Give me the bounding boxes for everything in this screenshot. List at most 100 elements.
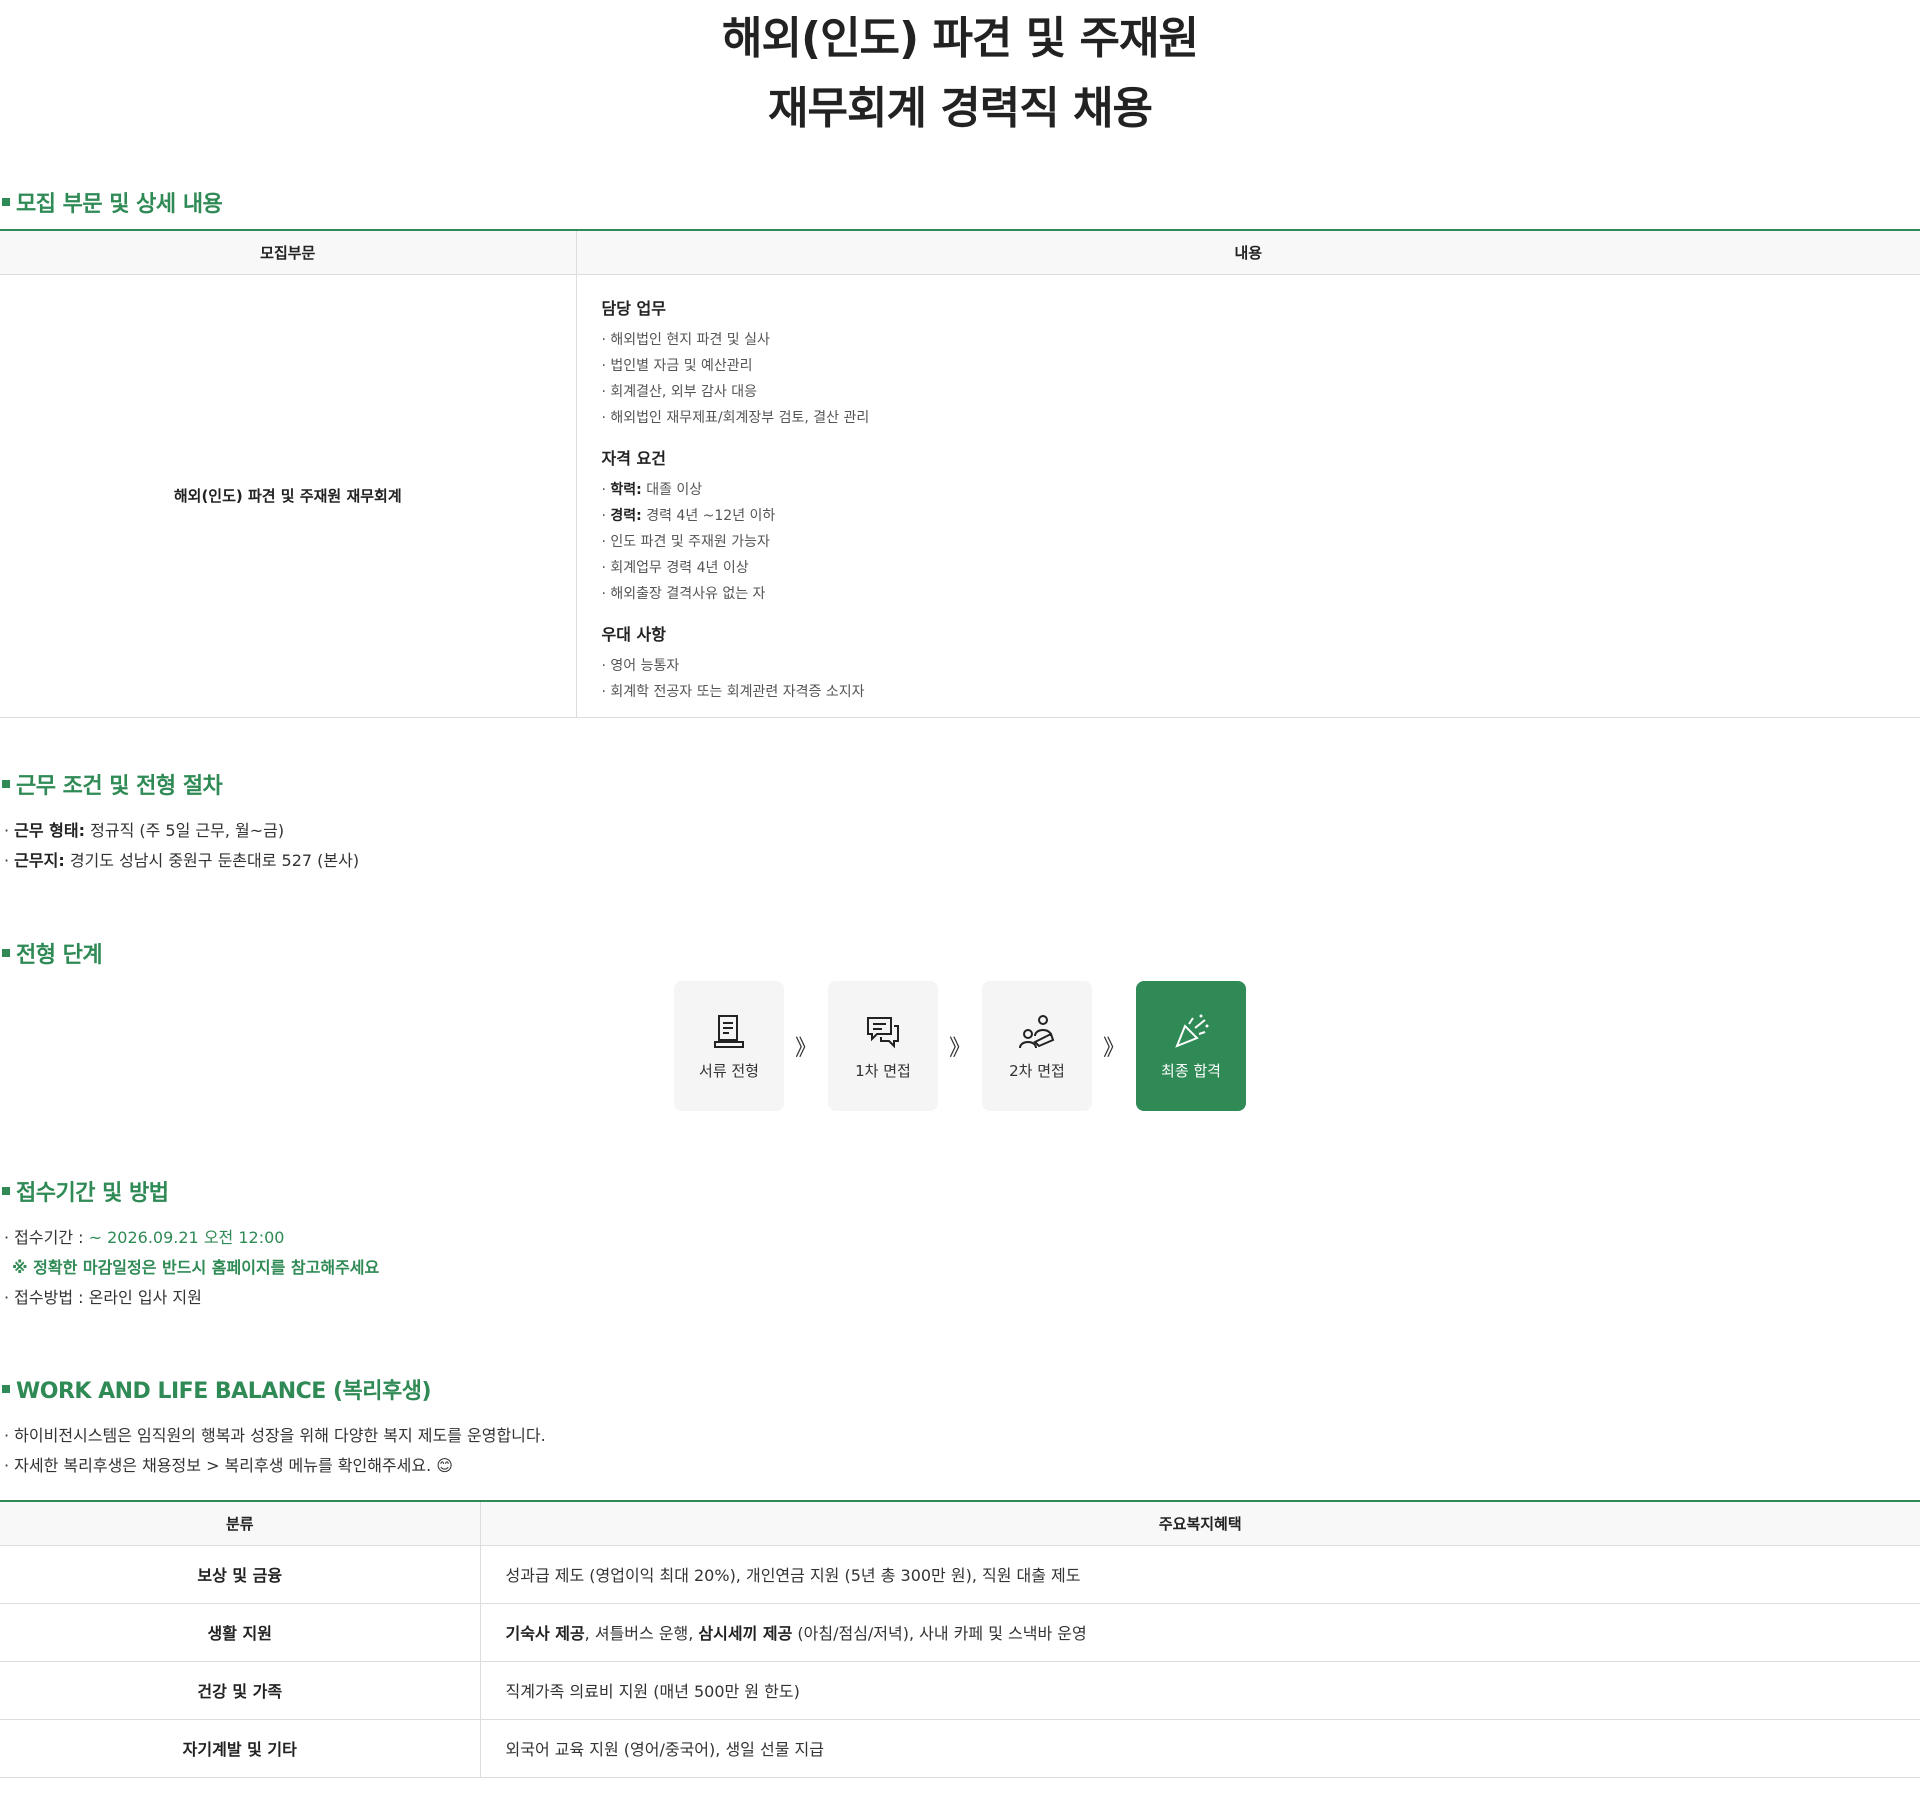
step-first-interview: 1차 면접 [828, 981, 938, 1111]
benefit-text: (아침/점심/저녁), 사내 카페 및 스낵바 운영 [792, 1624, 1087, 1643]
item-text: 대졸 이상 [646, 481, 703, 498]
table-header-row: 분류 주요복지혜택 [0, 1501, 1920, 1546]
title-line-2: 재무회계 경력직 채용 [768, 83, 1153, 134]
qualifications-title: 자격 요건 [601, 448, 666, 468]
item-text: 회계업무 경력 4년 이상 [610, 559, 749, 576]
apply-notice: ※ 정확한 마감일정은 반드시 홈페이지를 참고해주세요 [12, 1254, 379, 1278]
table-row: 생활 지원 기숙사 제공, 셔틀버스 운행, 삼시세끼 제공 (아침/점심/저녁… [0, 1603, 1920, 1662]
section-heading-welfare: WORK AND LIFE BALANCE (복리후생) [0, 1373, 432, 1405]
welfare-category: 자기계발 및 기타 [0, 1719, 481, 1778]
work-type-value: 정규직 (주 5일 근무, 월~금) [90, 821, 285, 840]
list-item: · 경력: 경력 4년 ~12년 이하 [601, 507, 776, 524]
item-text: 회계학 전공자 또는 회계관련 자격증 소지자 [610, 683, 865, 700]
table-row: 자기계발 및 기타 외국어 교육 지원 (영어/중국어), 생일 선물 지급 [0, 1719, 1920, 1778]
benefit-text: 성과급 제도 (영업이익 최대 20%), 개인연금 지원 (5년 총 300만… [505, 1566, 1081, 1585]
table-header-row: 모집부문 내용 [0, 230, 1920, 275]
table-row: 보상 및 금융 성과급 제도 (영업이익 최대 20%), 개인연금 지원 (5… [0, 1545, 1920, 1604]
header-part: 모집부문 [0, 230, 577, 275]
preferred-title: 우대 사항 [601, 624, 666, 644]
section-heading-text: WORK AND LIFE BALANCE (복리후생) [16, 1379, 432, 1404]
document-icon [714, 1014, 744, 1048]
work-type-label: 근무 형태: [14, 821, 86, 840]
step-label: 2차 면접 [1009, 1061, 1065, 1080]
list-item: · 해외출장 결격사유 없는 자 [601, 585, 766, 602]
title-line-1: 해외(인도) 파견 및 주재원 [722, 13, 1199, 64]
welfare-benefit: 기숙사 제공, 셔틀버스 운행, 삼시세끼 제공 (아침/점심/저녁), 사내 … [480, 1603, 1920, 1662]
welfare-intro-text: 자세한 복리후생은 채용정보 > 복리후생 메뉴를 확인해주세요. 😊 [14, 1456, 453, 1475]
benefit-text: , 셔틀버스 운행, [584, 1624, 699, 1643]
list-item: · 회계업무 경력 4년 이상 [601, 559, 749, 576]
step-label: 1차 면접 [855, 1061, 911, 1080]
list-item: · 학력: 대졸 이상 [601, 481, 703, 498]
recruit-part-name: 해외(인도) 파견 및 주재원 재무회계 [0, 274, 577, 718]
benefit-bold: 기숙사 제공 [505, 1624, 585, 1643]
section-heading-text: 접수기간 및 방법 [16, 1181, 169, 1206]
step-label: 서류 전형 [699, 1061, 759, 1080]
work-location-label: 근무지: [14, 851, 65, 870]
apply-period-line: · 접수기간 : ~ 2026.09.21 오전 12:00 [4, 1228, 285, 1247]
welfare-benefit: 외국어 교육 지원 (영어/중국어), 생일 선물 지급 [480, 1719, 1920, 1778]
interview-icon [1019, 1014, 1055, 1048]
list-item: · 법인별 자금 및 예산관리 [601, 357, 753, 374]
item-text: 해외출장 결격사유 없는 자 [610, 585, 766, 602]
apply-notice-text: ※ 정확한 마감일정은 반드시 홈페이지를 참고해주세요 [12, 1258, 380, 1277]
list-item: · 영어 능통자 [601, 657, 680, 674]
step-second-interview: 2차 면접 [982, 981, 1092, 1111]
section-heading-apply: 접수기간 및 방법 [0, 1175, 169, 1207]
list-item: · 해외법인 현지 파견 및 실사 [601, 331, 770, 348]
welfare-table: 분류 주요복지혜택 보상 및 금융 성과급 제도 (영업이익 최대 20%), … [0, 1500, 1920, 1778]
section-heading-recruit: 모집 부문 및 상세 내용 [0, 186, 223, 218]
preferred-group: 우대 사항 · 영어 능통자 · 회계학 전공자 또는 회계관련 자격증 소지자 [602, 621, 1896, 705]
apply-period-label: 접수기간 : [14, 1228, 84, 1247]
recruit-detail: 담당 업무 · 해외법인 현지 파견 및 실사 · 법인별 자금 및 예산관리 … [576, 274, 1920, 718]
step-final-pass: 최종 합격 [1136, 981, 1246, 1111]
welfare-intro-text: 하이비전시스템은 임직원의 행복과 성장을 위해 다양한 복지 제도를 운영합니… [14, 1426, 546, 1445]
apply-period-value: ~ 2026.09.21 오전 12:00 [88, 1228, 285, 1247]
item-label: 학력: [610, 481, 642, 498]
work-location-line: · 근무지: 경기도 성남시 중원구 둔촌대로 527 (본사) [4, 851, 360, 870]
section-heading-text: 모집 부문 및 상세 내용 [16, 192, 223, 217]
item-text: 해외법인 재무제표/회계장부 검토, 결산 관리 [610, 409, 870, 426]
benefit-bold: 삼시세끼 제공 [698, 1624, 793, 1643]
bullet-square-icon [2, 198, 10, 206]
step-arrow-icon: 》 [948, 1036, 971, 1061]
duties-title: 담당 업무 [601, 298, 666, 318]
work-location-value: 경기도 성남시 중원구 둔촌대로 527 (본사) [69, 851, 360, 870]
bullet-square-icon [2, 949, 10, 957]
list-item: · 회계결산, 외부 감사 대응 [601, 383, 758, 400]
item-text: 경력 4년 ~12년 이하 [646, 507, 776, 524]
welfare-benefit: 성과급 제도 (영업이익 최대 20%), 개인연금 지원 (5년 총 300만… [480, 1545, 1920, 1604]
work-type-line: · 근무 형태: 정규직 (주 5일 근무, 월~금) [4, 821, 285, 840]
table-row: 건강 및 가족 직계가족 의료비 지원 (매년 500만 원 한도) [0, 1661, 1920, 1720]
section-heading-text: 전형 단계 [16, 943, 103, 968]
process-steps: 서류 전형 》 1차 면접 》 2차 면접 》 최종 합격 [674, 981, 1246, 1111]
bullet-square-icon [2, 780, 10, 788]
section-heading-conditions: 근무 조건 및 전형 절차 [0, 768, 223, 800]
benefit-text: 직계가족 의료비 지원 (매년 500만 원 한도) [505, 1682, 800, 1701]
table-row: 해외(인도) 파견 및 주재원 재무회계 담당 업무 · 해외법인 현지 파견 … [0, 274, 1920, 718]
header-benefits: 주요복지혜택 [480, 1501, 1920, 1546]
welfare-benefit: 직계가족 의료비 지원 (매년 500만 원 한도) [480, 1661, 1920, 1720]
qualifications-group: 자격 요건 · 학력: 대졸 이상 · 경력: 경력 4년 ~12년 이하 · … [602, 445, 1896, 607]
bullet-square-icon [2, 1187, 10, 1195]
chat-icon [867, 1016, 899, 1048]
welfare-intro-1: · 하이비전시스템은 임직원의 행복과 성장을 위해 다양한 복지 제도를 운영… [4, 1426, 546, 1445]
header-category: 분류 [0, 1501, 481, 1546]
duties-group: 담당 업무 · 해외법인 현지 파견 및 실사 · 법인별 자금 및 예산관리 … [602, 295, 1896, 431]
welfare-category: 생활 지원 [0, 1603, 481, 1662]
list-item: · 회계학 전공자 또는 회계관련 자격증 소지자 [601, 683, 865, 700]
welfare-category: 보상 및 금융 [0, 1545, 481, 1604]
section-heading-steps: 전형 단계 [0, 937, 103, 969]
list-item: · 인도 파견 및 주재원 가능자 [601, 533, 770, 550]
celebration-icon [1175, 1014, 1209, 1048]
step-document-screening: 서류 전형 [674, 981, 784, 1111]
step-arrow-icon: 》 [794, 1036, 817, 1061]
bullet-square-icon [2, 1385, 10, 1393]
item-text: 회계결산, 외부 감사 대응 [610, 383, 758, 400]
apply-method-line: · 접수방법 : 온라인 입사 지원 [4, 1288, 202, 1307]
item-text: 영어 능통자 [610, 657, 680, 674]
list-item: · 해외법인 재무제표/회계장부 검토, 결산 관리 [601, 409, 870, 426]
recruit-table: 모집부문 내용 해외(인도) 파견 및 주재원 재무회계 담당 업무 · 해외법… [0, 229, 1920, 718]
benefit-text: 외국어 교육 지원 (영어/중국어), 생일 선물 지급 [505, 1740, 824, 1759]
page-title: 해외(인도) 파견 및 주재원 재무회계 경력직 채용 [0, 0, 1920, 144]
